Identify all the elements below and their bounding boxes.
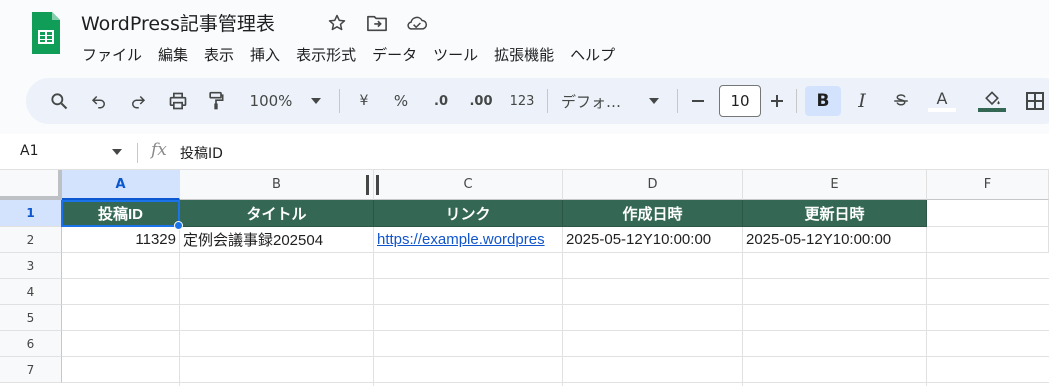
gridline (926, 253, 927, 386)
print-icon[interactable] (163, 86, 193, 116)
number-format-button[interactable]: 123 (506, 86, 538, 116)
empty-row[interactable] (62, 279, 1049, 305)
column-header-e[interactable]: E (743, 170, 927, 200)
toolbar-separator (339, 89, 340, 113)
menu-file[interactable]: ファイル (74, 42, 150, 67)
text-color-button[interactable]: A (928, 86, 956, 116)
formula-bar: A1 fx 投稿ID (0, 134, 1049, 170)
row-header-4[interactable]: 4 (0, 279, 62, 305)
bold-button[interactable]: B (805, 86, 841, 116)
empty-row[interactable] (62, 331, 1049, 357)
text-color-swatch (928, 108, 956, 112)
row-header-5[interactable]: 5 (0, 305, 62, 331)
decrease-decimal-button[interactable]: .0 (425, 86, 457, 116)
column-header-a[interactable]: A (62, 170, 180, 200)
fill-color-button[interactable] (977, 86, 1007, 116)
gridline (373, 253, 374, 386)
cell-e1[interactable]: 更新日時 (743, 200, 927, 227)
search-icon[interactable] (44, 86, 74, 116)
name-box-chevron-down-icon[interactable] (112, 149, 122, 155)
toolbar-separator (796, 89, 797, 113)
cell-b1[interactable]: タイトル (180, 200, 374, 227)
percent-format-button[interactable]: % (389, 86, 413, 116)
formula-input[interactable]: 投稿ID (180, 143, 223, 163)
document-title[interactable]: WordPress記事管理表 (81, 9, 275, 36)
row-header-7[interactable]: 7 (0, 357, 62, 383)
fill-color-swatch (978, 108, 1006, 112)
plus-icon[interactable] (765, 86, 789, 116)
column-header-c[interactable]: C (374, 170, 563, 200)
column-header-b[interactable]: B (180, 170, 374, 200)
borders-icon[interactable] (1022, 86, 1048, 116)
menu-view[interactable]: 表示 (196, 42, 242, 67)
menu-help[interactable]: ヘルプ (562, 42, 623, 67)
column-header-f[interactable]: F (927, 170, 1049, 200)
row-header-2[interactable]: 2 (0, 227, 62, 253)
toolbar-separator (547, 89, 548, 113)
row-header-1[interactable]: 1 (0, 200, 62, 227)
gridline (562, 253, 563, 386)
empty-row[interactable] (62, 357, 1049, 383)
minus-icon[interactable] (686, 86, 710, 116)
move-to-folder-icon[interactable] (366, 12, 388, 34)
row-header-3[interactable]: 3 (0, 253, 62, 279)
italic-button[interactable]: I (850, 86, 874, 116)
column-resize-handle[interactable] (366, 175, 379, 195)
cell-c1[interactable]: リンク (374, 200, 563, 227)
gridline (742, 253, 743, 386)
gridline (179, 253, 180, 386)
cell-d2[interactable]: 2025-05-12Y10:00:00 (563, 227, 743, 253)
paint-format-icon[interactable] (201, 86, 231, 116)
font-chevron-down-icon[interactable] (646, 86, 662, 116)
cell-b2[interactable]: 定例会議事録202504 (180, 227, 374, 253)
font-size-input[interactable]: 10 (719, 85, 761, 117)
toolbar: 100% ¥ % .0 .00 123 デフォ… 10 B I A (26, 78, 1049, 124)
cell-a1[interactable]: 投稿ID (62, 200, 180, 227)
menubar: ファイル 編集 表示 挿入 表示形式 データ ツール 拡張機能 ヘルプ (74, 42, 623, 67)
cell-a2[interactable]: 11329 (62, 227, 180, 253)
cell-e2[interactable]: 2025-05-12Y10:00:00 (743, 227, 927, 253)
empty-row[interactable] (62, 305, 1049, 331)
increase-decimal-button[interactable]: .00 (464, 86, 498, 116)
text-color-label: A (936, 89, 948, 108)
zoom-select[interactable]: 100% (245, 86, 297, 116)
app-header: WordPress記事管理表 ファイル 編集 表示 挿入 表示形式 データ ツー… (0, 0, 1049, 76)
sheets-logo-icon[interactable] (30, 10, 62, 56)
menu-insert[interactable]: 挿入 (242, 42, 288, 67)
title-actions (326, 12, 428, 34)
cell-f2[interactable] (927, 227, 1049, 253)
cloud-saved-icon[interactable] (406, 12, 428, 34)
menu-extensions[interactable]: 拡張機能 (486, 42, 562, 67)
toolbar-separator (677, 89, 678, 113)
formula-bar-separator (137, 143, 138, 163)
cell-f1[interactable] (927, 200, 1049, 227)
menu-data[interactable]: データ (364, 42, 425, 67)
menu-edit[interactable]: 編集 (150, 42, 196, 67)
empty-row[interactable] (62, 253, 1049, 279)
menu-format[interactable]: 表示形式 (288, 42, 364, 67)
fx-icon: fx (151, 140, 167, 160)
cell-c2-link[interactable]: https://example.wordpres (374, 227, 563, 253)
star-icon[interactable] (326, 12, 348, 34)
column-header-d[interactable]: D (563, 170, 743, 200)
zoom-chevron-down-icon[interactable] (308, 86, 324, 116)
fill-color-icon (985, 91, 1000, 106)
select-all-corner[interactable] (0, 170, 62, 200)
fill-handle[interactable] (174, 221, 183, 230)
name-box[interactable]: A1 (20, 143, 38, 159)
menu-tools[interactable]: ツール (425, 42, 486, 67)
font-family-select[interactable]: デフォ… (561, 86, 635, 116)
strikethrough-icon[interactable] (888, 86, 914, 116)
currency-format-button[interactable]: ¥ (352, 86, 376, 116)
redo-icon[interactable] (123, 86, 153, 116)
spreadsheet-grid: A B C D E F 1 2 3 4 5 6 7 投稿ID タイトル リンク … (0, 170, 1049, 386)
cell-d1[interactable]: 作成日時 (563, 200, 743, 227)
undo-icon[interactable] (84, 86, 114, 116)
row-header-6[interactable]: 6 (0, 331, 62, 357)
